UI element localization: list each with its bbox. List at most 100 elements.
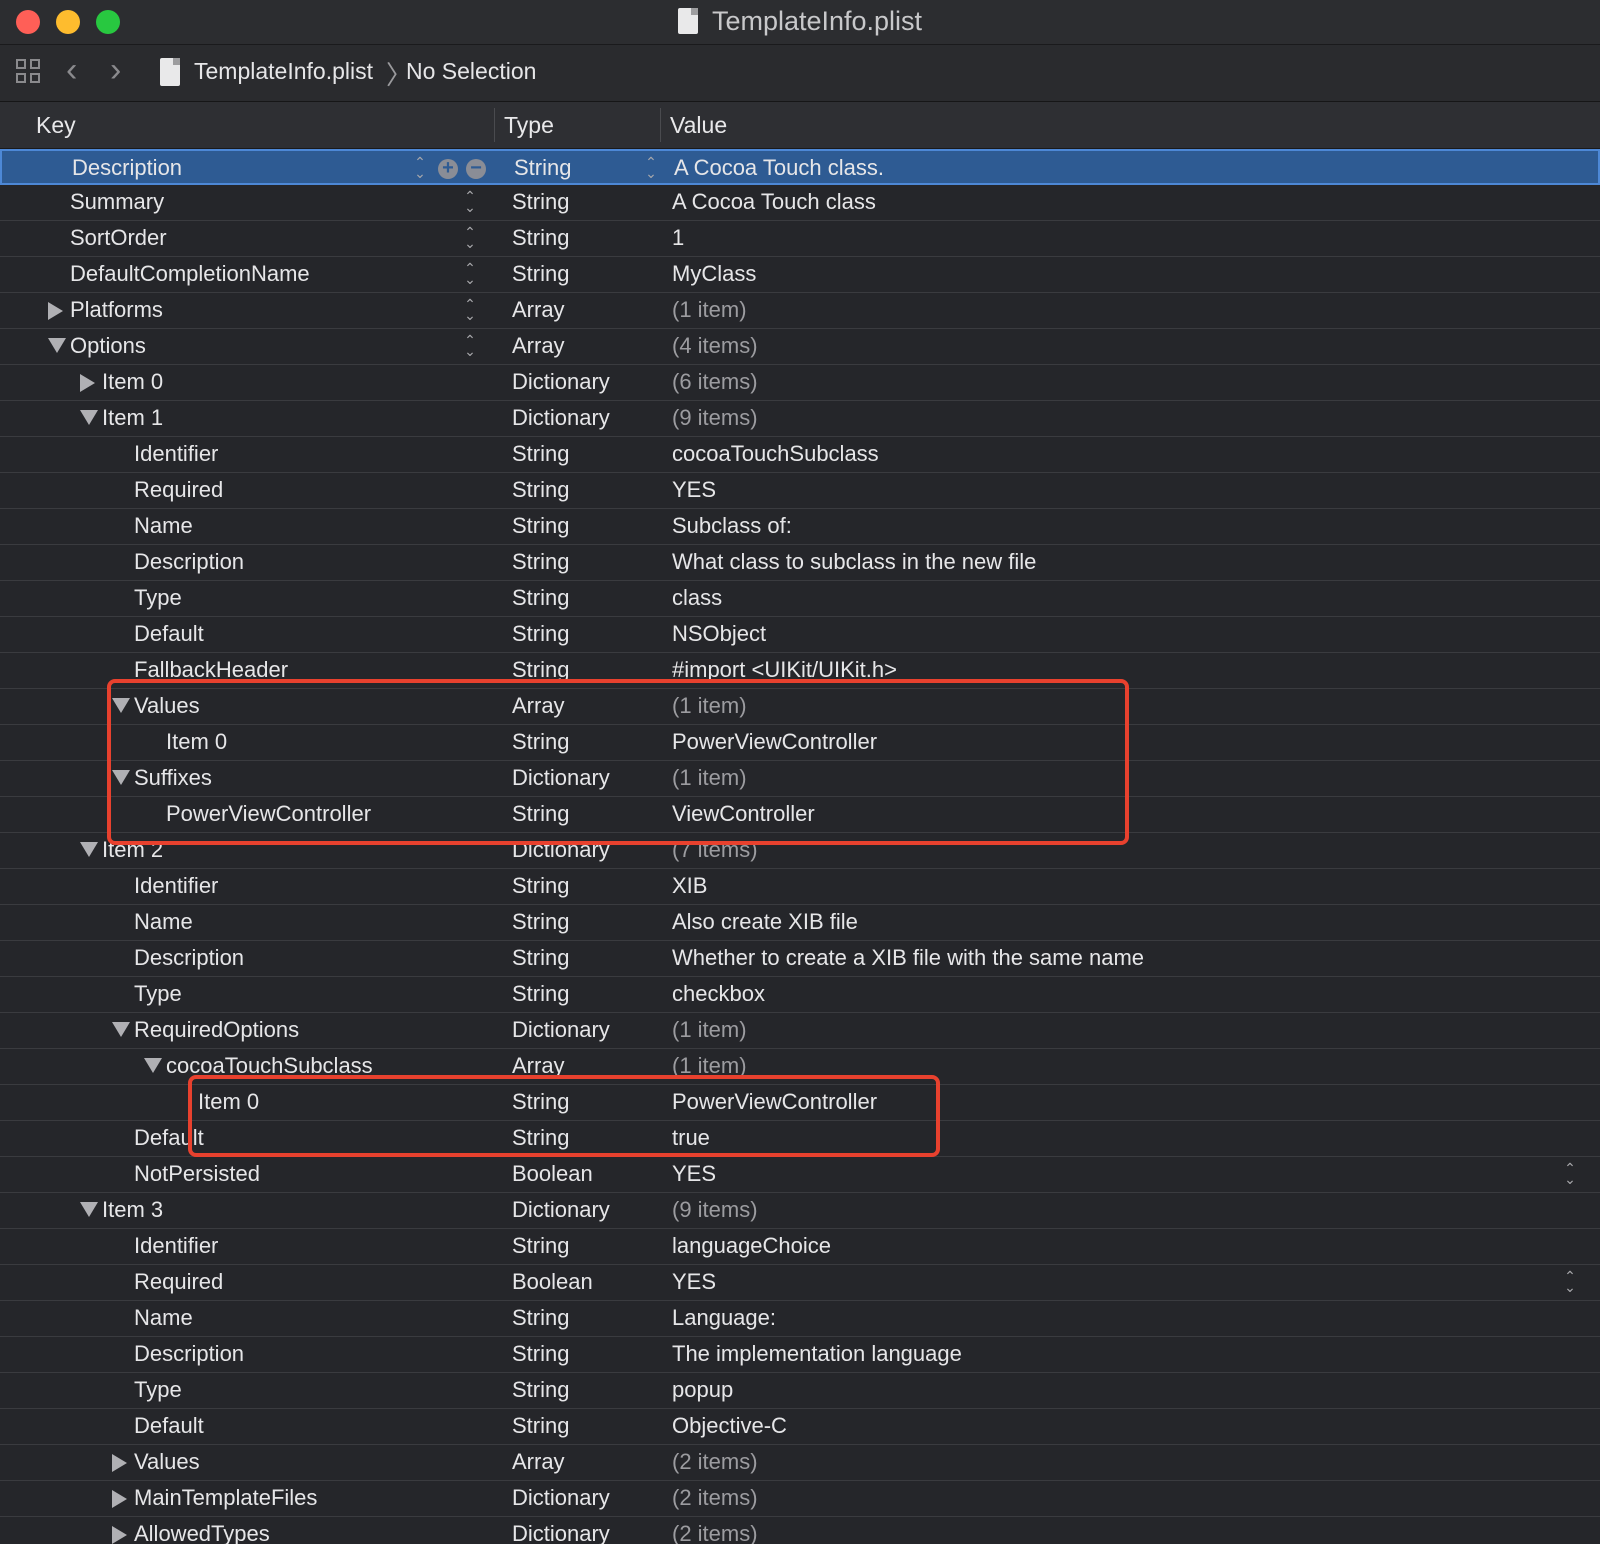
- row-key[interactable]: Description: [72, 155, 182, 181]
- column-divider[interactable]: [494, 108, 495, 142]
- disclosure-open-icon[interactable]: [80, 842, 98, 857]
- plist-row[interactable]: SortOrder ⌃ ⌄ String 1: [0, 221, 1600, 257]
- row-type[interactable]: Dictionary: [512, 369, 610, 395]
- row-value[interactable]: Objective-C: [672, 1413, 787, 1439]
- row-value[interactable]: YES: [672, 477, 716, 503]
- row-value[interactable]: Subclass of:: [672, 513, 792, 539]
- remove-row-icon[interactable]: −: [466, 158, 486, 179]
- row-key[interactable]: Name: [134, 909, 193, 935]
- plist-row[interactable]: Required Boolean YES ⌃ ⌄: [0, 1265, 1600, 1301]
- breadcrumb-file[interactable]: TemplateInfo.plist: [194, 58, 373, 85]
- row-key[interactable]: Description: [134, 549, 244, 575]
- value-stepper-icon[interactable]: ⌃ ⌄: [1563, 1269, 1577, 1295]
- disclosure-closed-icon[interactable]: [48, 302, 63, 320]
- row-value[interactable]: What class to subclass in the new file: [672, 549, 1036, 575]
- row-value[interactable]: Whether to create a XIB file with the sa…: [672, 945, 1144, 971]
- row-value[interactable]: (2 items): [672, 1485, 758, 1511]
- disclosure-closed-icon[interactable]: [112, 1490, 127, 1508]
- row-key[interactable]: Options: [70, 333, 146, 359]
- row-type[interactable]: String: [512, 621, 569, 647]
- row-key[interactable]: Type: [134, 1377, 182, 1403]
- row-type[interactable]: String: [514, 155, 571, 181]
- plist-row[interactable]: Identifier String cocoaTouchSubclass: [0, 437, 1600, 473]
- plist-row[interactable]: NotPersisted Boolean YES ⌃ ⌄: [0, 1157, 1600, 1193]
- plist-row[interactable]: Item 3 Dictionary (9 items): [0, 1193, 1600, 1229]
- disclosure-open-icon[interactable]: [48, 338, 66, 353]
- row-key[interactable]: Item 3: [102, 1197, 163, 1223]
- row-type[interactable]: String: [512, 189, 569, 215]
- plist-row[interactable]: Required String YES: [0, 473, 1600, 509]
- row-type[interactable]: String: [512, 261, 569, 287]
- row-key[interactable]: NotPersisted: [134, 1161, 260, 1187]
- row-key[interactable]: Description: [134, 1341, 244, 1367]
- row-type[interactable]: Dictionary: [512, 1485, 610, 1511]
- plist-row[interactable]: Default String NSObject: [0, 617, 1600, 653]
- row-type[interactable]: Dictionary: [512, 1197, 610, 1223]
- back-chevron-icon[interactable]: ‹: [66, 51, 77, 90]
- row-type[interactable]: Array: [512, 297, 565, 323]
- row-value[interactable]: languageChoice: [672, 1233, 831, 1259]
- column-header-type[interactable]: Type: [504, 112, 554, 139]
- plist-row[interactable]: Name String Language:: [0, 1301, 1600, 1337]
- plist-row[interactable]: Type String checkbox: [0, 977, 1600, 1013]
- plist-row[interactable]: Description ⌃ ⌄ + − ⌃ ⌄ String A Cocoa Touch cla…: [0, 149, 1600, 185]
- row-type[interactable]: String: [512, 441, 569, 467]
- row-type[interactable]: Array: [512, 333, 565, 359]
- key-stepper-icon[interactable]: ⌃ ⌄: [413, 155, 427, 181]
- row-value[interactable]: (9 items): [672, 405, 758, 431]
- row-value[interactable]: (9 items): [672, 1197, 758, 1223]
- plist-row[interactable]: Type String class: [0, 581, 1600, 617]
- plist-row[interactable]: Values Array (2 items): [0, 1445, 1600, 1481]
- disclosure-open-icon[interactable]: [144, 1058, 162, 1073]
- row-value[interactable]: Language:: [672, 1305, 776, 1331]
- row-key[interactable]: Name: [134, 1305, 193, 1331]
- plist-row[interactable]: Item 1 Dictionary (9 items): [0, 401, 1600, 437]
- plist-row[interactable]: Name String Subclass of:: [0, 509, 1600, 545]
- plist-row[interactable]: Description String What class to subclass …: [0, 545, 1600, 581]
- column-header-value[interactable]: Value: [670, 112, 727, 139]
- row-key[interactable]: Type: [134, 585, 182, 611]
- row-type[interactable]: String: [512, 1413, 569, 1439]
- row-value[interactable]: (2 items): [672, 1521, 758, 1544]
- plist-row[interactable]: Platforms ⌃ ⌄ Array (1 item): [0, 293, 1600, 329]
- breadcrumb-selection[interactable]: No Selection: [406, 58, 536, 85]
- row-value[interactable]: cocoaTouchSubclass: [672, 441, 879, 467]
- row-type[interactable]: String: [512, 1377, 569, 1403]
- row-key[interactable]: Identifier: [134, 873, 218, 899]
- key-stepper-icon[interactable]: ⌃ ⌄: [463, 189, 477, 215]
- row-type[interactable]: String: [512, 945, 569, 971]
- plist-row[interactable]: Type String popup: [0, 1373, 1600, 1409]
- row-key[interactable]: DefaultCompletionName: [70, 261, 310, 287]
- row-type[interactable]: String: [512, 873, 569, 899]
- plist-row[interactable]: Description String The implementation lang…: [0, 1337, 1600, 1373]
- row-key[interactable]: Description: [134, 945, 244, 971]
- row-key[interactable]: Summary: [70, 189, 164, 215]
- row-value[interactable]: YES: [672, 1161, 716, 1187]
- row-value[interactable]: popup: [672, 1377, 733, 1403]
- disclosure-open-icon[interactable]: [112, 1022, 130, 1037]
- row-type[interactable]: String: [512, 1233, 569, 1259]
- row-key[interactable]: Default: [134, 621, 204, 647]
- row-type[interactable]: Dictionary: [512, 1521, 610, 1544]
- disclosure-closed-icon[interactable]: [112, 1526, 127, 1544]
- row-key[interactable]: Values: [134, 1449, 200, 1475]
- row-value[interactable]: (2 items): [672, 1449, 758, 1475]
- row-value[interactable]: 1: [672, 225, 684, 251]
- value-stepper-icon[interactable]: ⌃ ⌄: [1563, 1161, 1577, 1187]
- row-value[interactable]: A Cocoa Touch class: [672, 189, 876, 215]
- row-type[interactable]: String: [512, 225, 569, 251]
- row-key[interactable]: Default: [134, 1413, 204, 1439]
- row-type[interactable]: String: [512, 1305, 569, 1331]
- row-type[interactable]: String: [512, 981, 569, 1007]
- disclosure-open-icon[interactable]: [80, 410, 98, 425]
- row-key[interactable]: Type: [134, 981, 182, 1007]
- row-key[interactable]: RequiredOptions: [134, 1017, 299, 1043]
- plist-row[interactable]: Description String Whether to create a XIB…: [0, 941, 1600, 977]
- key-stepper-icon[interactable]: ⌃ ⌄: [463, 297, 477, 323]
- row-value[interactable]: (4 items): [672, 333, 758, 359]
- related-items-icon[interactable]: [16, 59, 42, 85]
- row-key[interactable]: MainTemplateFiles: [134, 1485, 317, 1511]
- row-key[interactable]: Required: [134, 477, 223, 503]
- row-value[interactable]: NSObject: [672, 621, 766, 647]
- key-stepper-icon[interactable]: ⌃ ⌄: [463, 261, 477, 287]
